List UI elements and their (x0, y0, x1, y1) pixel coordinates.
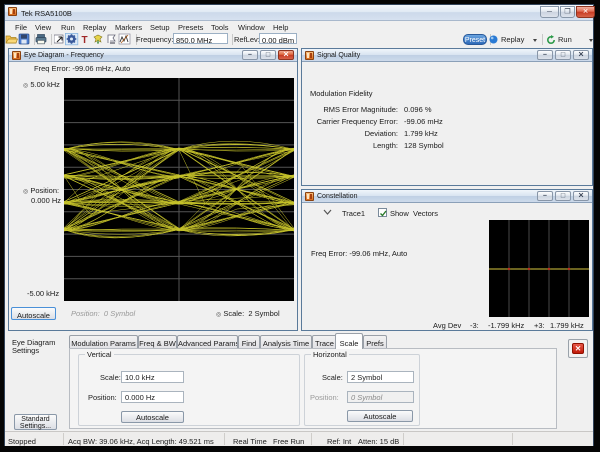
svg-text:T: T (81, 35, 87, 46)
